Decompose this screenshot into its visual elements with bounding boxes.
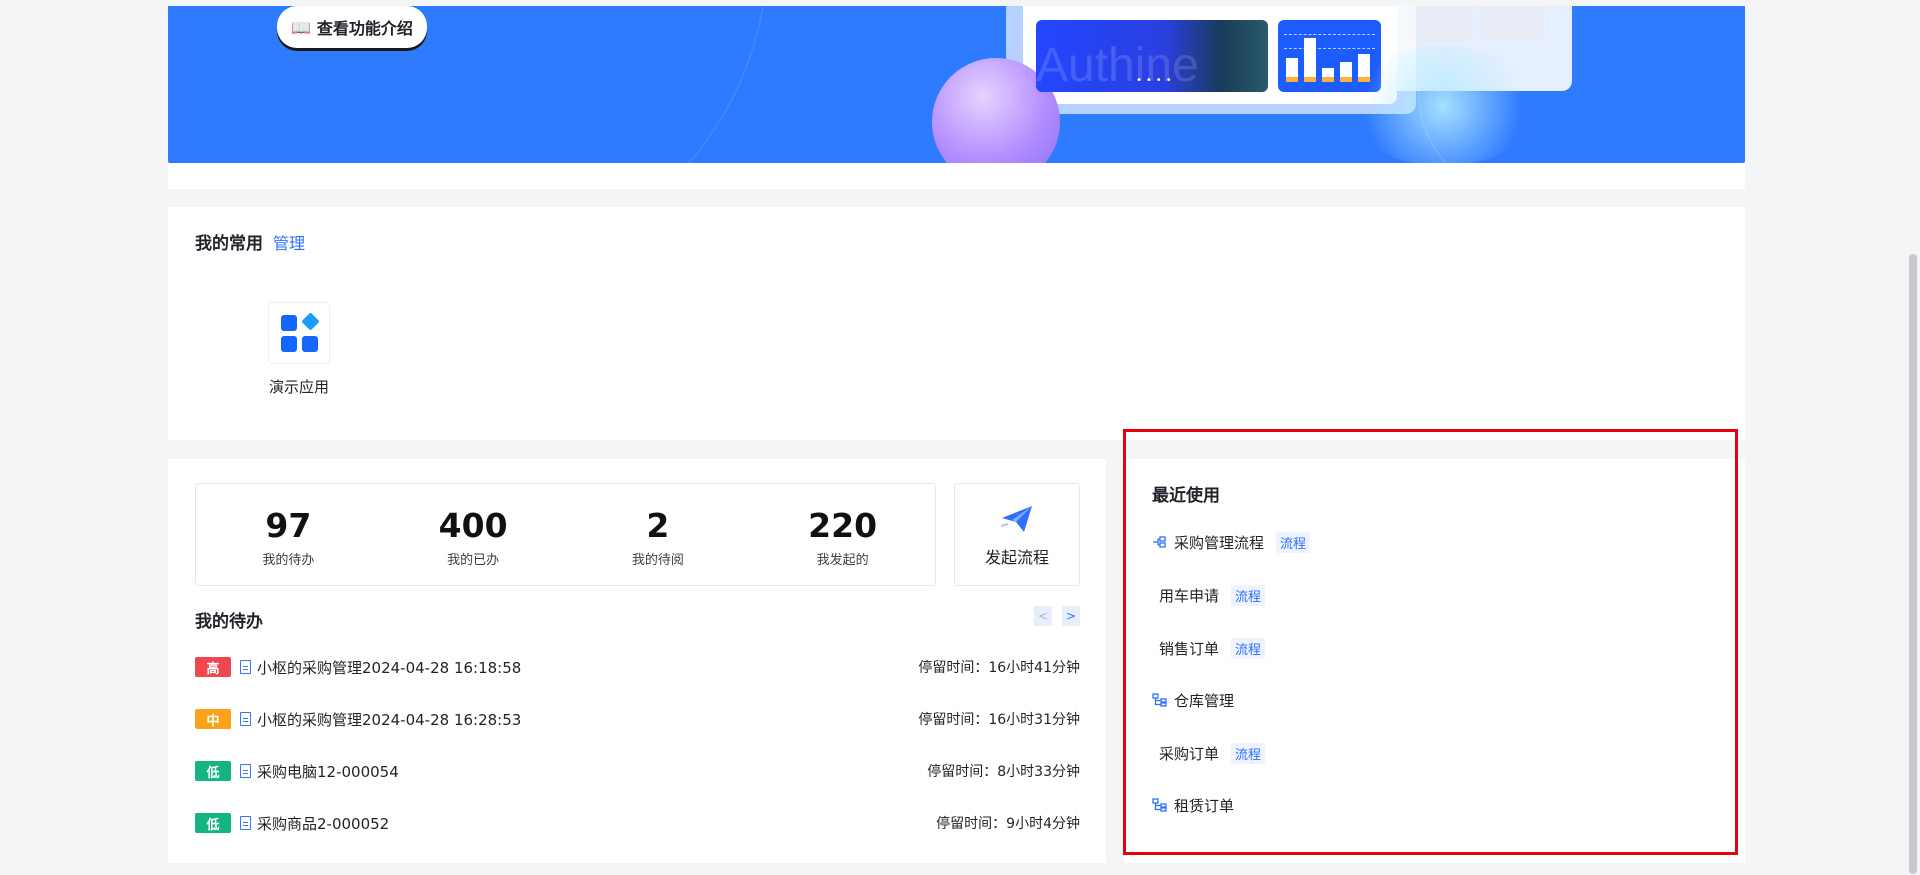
stat-label: 我的待办 (262, 553, 315, 568)
stat-label: 我的待阅 (631, 553, 684, 568)
common-header: 我的常用 管理 (195, 229, 305, 255)
manage-link[interactable]: 管理 (273, 230, 305, 254)
common-apps-panel: 我的常用 管理 演示应用 (168, 207, 1745, 440)
app-tile-label: 演示应用 (268, 378, 329, 396)
banner-arc-decoration (168, 6, 768, 163)
tree-icon (1152, 693, 1167, 707)
view-feature-intro-button[interactable]: 📖 查看功能介绍 (277, 6, 427, 48)
stat-value: 97 (265, 506, 312, 545)
todo-item[interactable]: 低 采购电脑12-000054 停留时间：8小时33分钟 (195, 759, 1080, 783)
banner-illustration-photo: Authine •••• (1036, 20, 1268, 92)
recent-item-name: 采购管理流程 (1174, 533, 1265, 552)
stat-value: 220 (808, 506, 878, 545)
todo-next-page-button[interactable]: > (1062, 606, 1080, 626)
todo-stay-time: 停留时间：9小时4分钟 (936, 816, 1080, 832)
recent-item-lease-order[interactable]: 租赁订单 (1152, 794, 1234, 816)
todo-panel: 97 我的待办 400 我的已办 2 我的待阅 220 我发起的 发起流程 我的… (168, 459, 1106, 863)
tree-icon (1152, 798, 1167, 812)
stat-value: 400 (438, 506, 508, 545)
paper-plane-icon (1000, 506, 1032, 532)
recent-item-name: 用车申请 (1159, 586, 1220, 605)
recent-item-name: 仓库管理 (1174, 691, 1235, 710)
guide-button-label: 查看功能介绍 (316, 19, 413, 38)
chevron-right-icon: > (1065, 609, 1077, 623)
stat-label: 我发起的 (816, 553, 869, 568)
todo-prev-page-button[interactable]: < (1034, 606, 1052, 626)
stat-my-initiated[interactable]: 220 我发起的 (750, 484, 935, 585)
grid-app-icon (268, 302, 330, 364)
recent-title: 最近使用 (1152, 486, 1220, 506)
document-icon (240, 816, 251, 830)
document-icon (240, 712, 251, 726)
illustration-cell (1480, 6, 1544, 42)
stat-my-done[interactable]: 400 我的已办 (381, 484, 566, 585)
recent-item-purchase-process[interactable]: 采购管理流程 流程 (1152, 531, 1311, 553)
chevron-left-icon: < (1037, 609, 1049, 623)
launch-process-label: 发起流程 (984, 548, 1049, 567)
recent-item-purchase-order[interactable]: 采购订单 流程 (1159, 742, 1266, 764)
stat-my-todo[interactable]: 97 我的待办 (196, 484, 381, 585)
common-title: 我的常用 (195, 234, 263, 254)
priority-badge-high: 高 (195, 657, 231, 677)
type-tag: 流程 (1231, 584, 1266, 606)
stat-my-to-read[interactable]: 2 我的待阅 (566, 484, 751, 585)
launch-process-button[interactable]: 发起流程 (954, 483, 1080, 586)
banner-light-decoration (1348, 46, 1538, 163)
recent-item-sales-order[interactable]: 销售订单 流程 (1159, 637, 1266, 659)
recent-item-car-request[interactable]: 用车申请 流程 (1159, 584, 1266, 606)
todo-stay-time: 停留时间：16小时31分钟 (918, 712, 1080, 728)
page-scrollbar[interactable] (1906, 0, 1920, 875)
stat-label: 我的已办 (447, 553, 500, 568)
todo-item[interactable]: 中 小枢的采购管理2024-04-28 16:28:53 停留时间：16小时31… (195, 707, 1080, 731)
todo-stay-time: 停留时间：16小时41分钟 (918, 660, 1080, 676)
recent-item-warehouse[interactable]: 仓库管理 (1152, 689, 1234, 711)
todo-item-name: 采购商品2-000052 (257, 814, 390, 833)
todo-item-name: 小枢的采购管理2024-04-28 16:28:53 (257, 710, 522, 729)
priority-badge-medium: 中 (195, 709, 231, 729)
illustration-cell (1408, 6, 1472, 42)
workflow-icon (1153, 536, 1166, 548)
type-tag: 流程 (1231, 637, 1266, 659)
type-tag: 流程 (1276, 531, 1311, 553)
recent-item-name: 租赁订单 (1174, 796, 1235, 815)
todo-title: 我的待办 (195, 612, 263, 632)
scrollbar-thumb[interactable] (1909, 254, 1917, 874)
todo-item-name: 小枢的采购管理2024-04-28 16:18:58 (257, 658, 522, 677)
todo-stay-time: 停留时间：8小时33分钟 (927, 764, 1080, 780)
todo-item[interactable]: 高 小枢的采购管理2024-04-28 16:18:58 停留时间：16小时41… (195, 655, 1080, 679)
carousel-dots: •••• (1136, 75, 1176, 86)
recent-item-name: 销售订单 (1159, 639, 1220, 658)
type-tag: 流程 (1231, 742, 1266, 764)
book-icon: 📖 (291, 17, 311, 37)
document-icon (240, 660, 251, 674)
stat-value: 2 (646, 506, 670, 545)
banner-footer-strip (168, 163, 1745, 189)
stats-summary: 97 我的待办 400 我的已办 2 我的待阅 220 我发起的 (195, 483, 936, 586)
recent-item-name: 采购订单 (1159, 744, 1220, 763)
priority-badge-low: 低 (195, 761, 231, 781)
recent-panel: 最近使用 采购管理流程 流程 用车申请 流程 销售订单 流程 仓库管理 采购订单… (1124, 459, 1745, 863)
todo-item-name: 采购电脑12-000054 (257, 762, 399, 781)
priority-badge-low: 低 (195, 813, 231, 833)
todo-item[interactable]: 低 采购商品2-000052 停留时间：9小时4分钟 (195, 811, 1080, 835)
app-tile-demo[interactable]: 演示应用 (245, 302, 353, 397)
document-icon (240, 764, 251, 778)
